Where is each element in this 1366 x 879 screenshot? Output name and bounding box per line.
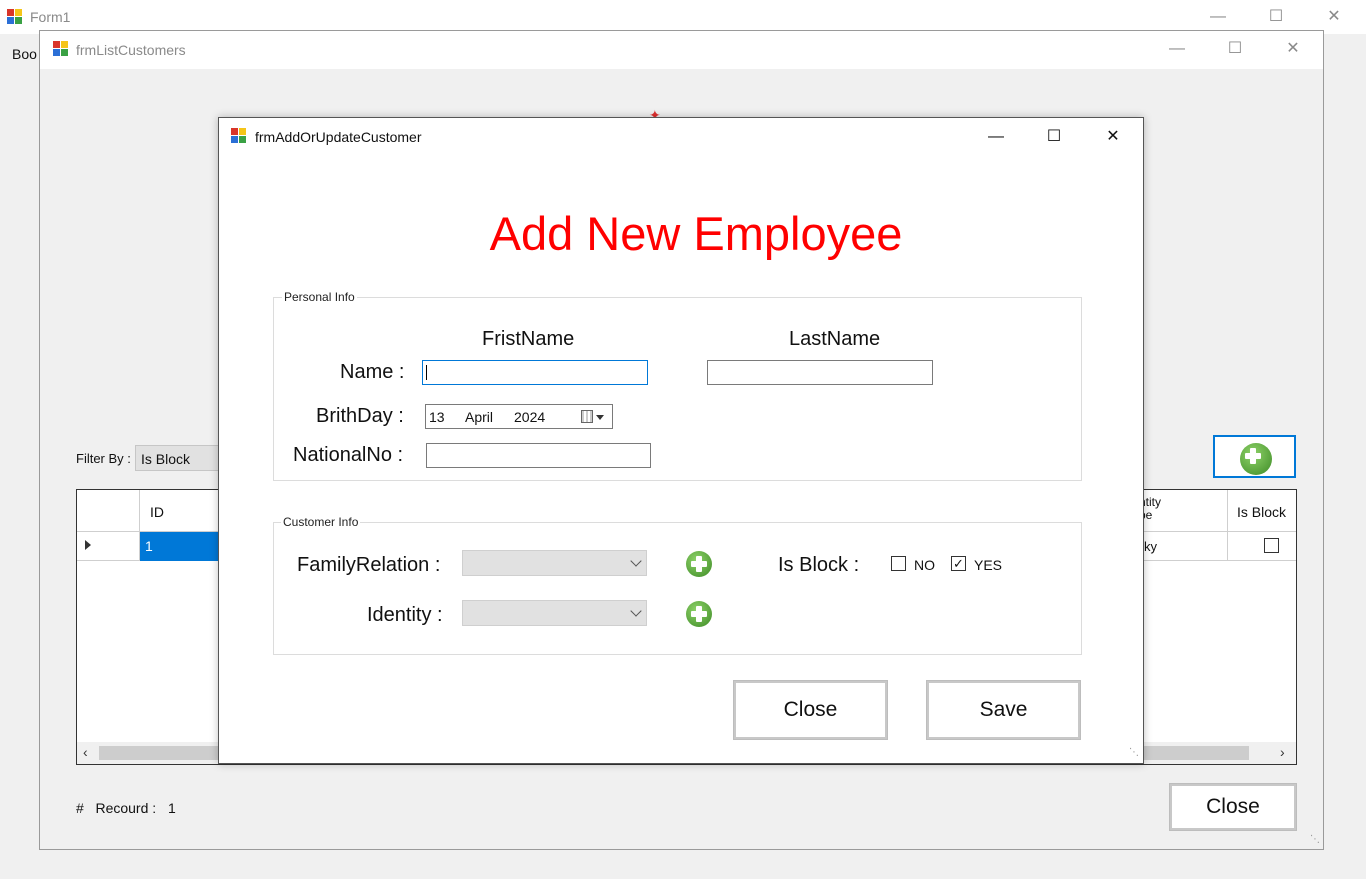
first-name-input[interactable] bbox=[422, 360, 648, 385]
form1-title: Form1 bbox=[30, 9, 71, 25]
identity-label: Identity : bbox=[367, 604, 443, 626]
birthday-year: 2024 bbox=[514, 409, 546, 425]
add-customer-button[interactable] bbox=[1213, 435, 1296, 478]
customer-info-group bbox=[273, 522, 1082, 655]
birthday-month: April bbox=[465, 409, 494, 425]
list-title: frmListCustomers bbox=[76, 42, 186, 58]
family-relation-combo[interactable] bbox=[462, 550, 647, 576]
resize-grip-icon[interactable]: ⋱ bbox=[1310, 834, 1320, 845]
dialog-app-icon bbox=[231, 128, 247, 144]
chevron-down-icon bbox=[630, 555, 642, 567]
national-no-label: NationalNo : bbox=[293, 444, 404, 466]
calendar-dropdown-arrow-icon[interactable] bbox=[596, 415, 604, 420]
list-titlebar: frmListCustomers — ☐ ✕ bbox=[40, 31, 1323, 69]
list-app-icon bbox=[53, 41, 69, 57]
dialog-titlebar: frmAddOrUpdateCustomer — ☐ ✕ bbox=[219, 118, 1143, 156]
dialog-title: frmAddOrUpdateCustomer bbox=[255, 129, 422, 145]
scroll-left-arrow-icon[interactable]: ‹ bbox=[83, 744, 88, 760]
dialog-close-form-button[interactable]: Close bbox=[733, 680, 888, 740]
birthday-day: 13 bbox=[429, 409, 445, 425]
scroll-right-arrow-icon[interactable]: › bbox=[1280, 744, 1285, 760]
is-block-label: Is Block : bbox=[778, 554, 860, 576]
form1-close-button[interactable]: ✕ bbox=[1319, 5, 1349, 29]
filter-label: Filter By : bbox=[76, 451, 131, 466]
personal-info-title: Personal Info bbox=[282, 290, 357, 304]
grid-col-id[interactable]: ID bbox=[150, 504, 164, 520]
list-maximize-button[interactable]: ☐ bbox=[1220, 37, 1250, 61]
list-close-button[interactable]: ✕ bbox=[1278, 37, 1308, 61]
no-checkbox[interactable] bbox=[891, 556, 906, 571]
form1-app-icon bbox=[7, 9, 23, 25]
no-label: NO bbox=[914, 557, 935, 573]
grid-cell-identity[interactable]: ky bbox=[1144, 539, 1157, 554]
national-no-input[interactable] bbox=[426, 443, 651, 468]
birthday-label: BrithDay : bbox=[316, 405, 404, 427]
family-relation-label: FamilyRelation : bbox=[297, 554, 441, 576]
add-customer-dialog: frmAddOrUpdateCustomer — ☐ ✕ Add New Emp… bbox=[218, 117, 1144, 764]
form1-titlebar: Form1 — ☐ ✕ bbox=[0, 0, 1366, 34]
grid-row-header-cell bbox=[77, 490, 140, 532]
name-label: Name : bbox=[340, 361, 405, 383]
filter-combo[interactable]: Is Block bbox=[135, 445, 225, 471]
add-identity-plus-icon[interactable] bbox=[686, 601, 712, 627]
yes-label: YES bbox=[974, 557, 1003, 573]
grid-cell-rowheader bbox=[77, 532, 140, 561]
filter-combo-value: Is Block bbox=[141, 451, 191, 467]
dialog-save-button[interactable]: Save bbox=[926, 680, 1081, 740]
record-label: # Recourd : bbox=[76, 800, 157, 816]
calendar-icon[interactable] bbox=[581, 410, 593, 423]
identity-combo[interactable] bbox=[462, 600, 647, 626]
dialog-resize-grip-icon[interactable]: ⋱ bbox=[1129, 747, 1139, 758]
add-plus-icon bbox=[1240, 443, 1272, 475]
form1-minimize-button[interactable]: — bbox=[1203, 5, 1233, 29]
first-name-header: FristName bbox=[482, 328, 575, 350]
chevron-down-icon bbox=[630, 605, 642, 617]
add-family-relation-plus-icon[interactable] bbox=[686, 551, 712, 577]
grid-cell-id[interactable]: 1 bbox=[140, 532, 230, 561]
list-close-form-button[interactable]: Close bbox=[1169, 783, 1297, 831]
last-name-input[interactable] bbox=[707, 360, 933, 385]
list-minimize-button[interactable]: — bbox=[1162, 37, 1192, 61]
form1-menu-item[interactable]: Boo bbox=[12, 46, 37, 62]
grid-cell-separator bbox=[1227, 532, 1228, 561]
record-count: 1 bbox=[168, 800, 176, 816]
dialog-maximize-button[interactable]: ☐ bbox=[1039, 125, 1069, 149]
dialog-minimize-button[interactable]: — bbox=[981, 125, 1011, 149]
form1-maximize-button[interactable]: ☐ bbox=[1261, 5, 1291, 29]
grid-col-separator bbox=[1227, 490, 1228, 532]
grid-cell-id-value: 1 bbox=[145, 538, 153, 554]
grid-cell-isblock-checkbox[interactable] bbox=[1264, 538, 1279, 553]
birthday-picker[interactable]: 13 April 2024 bbox=[425, 404, 613, 429]
dialog-close-button[interactable]: ✕ bbox=[1098, 125, 1128, 149]
customer-info-title: Customer Info bbox=[281, 515, 361, 529]
last-name-header: LastName bbox=[789, 328, 881, 350]
text-caret bbox=[426, 365, 427, 380]
yes-checkbox[interactable]: ✓ bbox=[951, 556, 966, 571]
dialog-heading: Add New Employee bbox=[489, 207, 903, 260]
grid-col-isblock[interactable]: Is Block bbox=[1237, 504, 1286, 520]
